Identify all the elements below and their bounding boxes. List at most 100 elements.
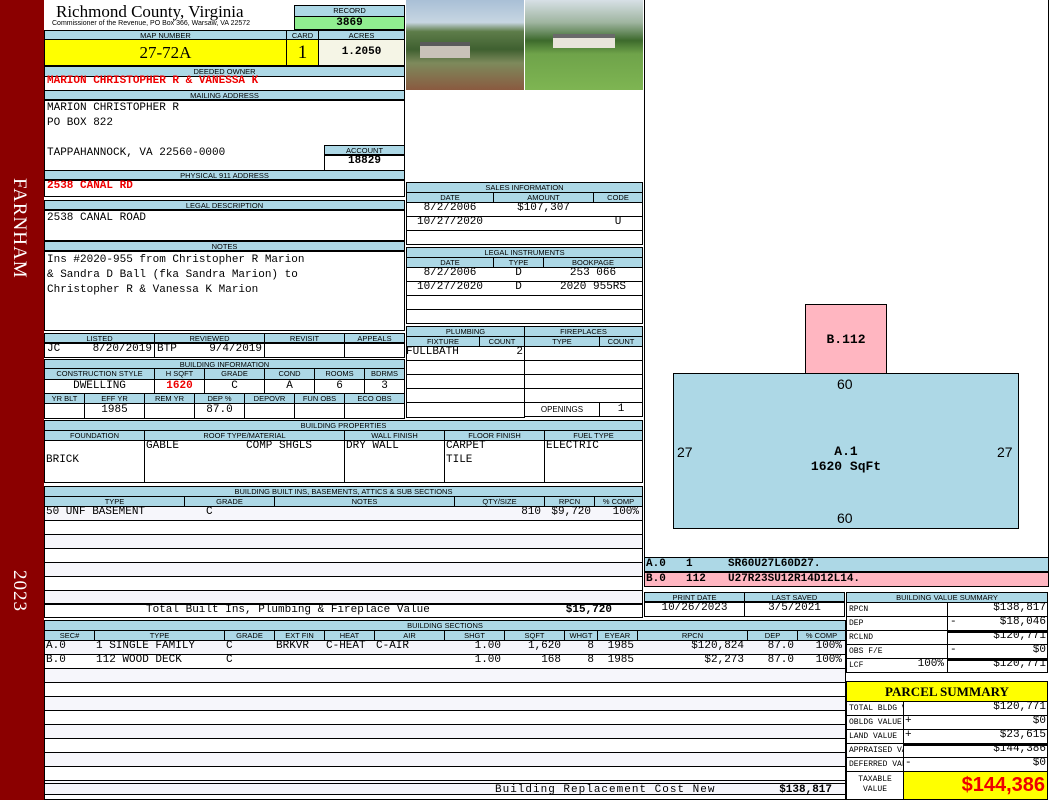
fireplace-row (524, 388, 643, 403)
dim-top: 60 (837, 376, 853, 392)
notes-box: Ins #2020-955 from Christopher R Marion … (44, 250, 405, 331)
last-saved: 3/5/2021 (744, 601, 845, 617)
openings-label: OPENINGS (524, 402, 600, 417)
sale-date: 10/27/2020 (416, 216, 483, 228)
legend-vectors: SR60U27L60D27. (728, 558, 821, 570)
map-number: 27-72A (44, 39, 287, 66)
section-a-label: A.1 (834, 444, 858, 459)
floor-finish: CARPET (446, 440, 486, 452)
vs-value: $0 (1032, 644, 1046, 656)
foundation: BRICK (46, 454, 80, 466)
mailing-line-3: TAPPAHANNOCK, VA 22560-0000 (47, 147, 226, 159)
section-cell: 8 (587, 640, 594, 652)
property-photo-1[interactable] (406, 0, 524, 90)
section-cell: $2,273 (704, 654, 744, 666)
dim-left: 27 (677, 444, 693, 460)
legend-code: 112 (686, 573, 706, 585)
sale-amount: $107,307 (517, 202, 570, 214)
section-cell: 87.0 (767, 654, 794, 666)
vs-value: $120,771 (993, 630, 1046, 642)
instr-date: 8/2/2006 (423, 267, 477, 279)
ps-value: $23,615 (999, 729, 1046, 741)
legend-sec: A.0 (646, 558, 666, 570)
instr-date (406, 309, 494, 324)
county-subtitle: Commissioner of the Revenue, PO Box 366,… (52, 20, 251, 27)
dim-bottom: 60 (837, 510, 853, 526)
section-cell: 100% (815, 654, 842, 666)
vs-value: $138,817 (993, 602, 1046, 614)
builtin-total-label: Total Built Ins, Plumbing & Fireplace Va… (146, 604, 430, 616)
builtin-cell: 810 (521, 506, 541, 518)
roof-type: GABLE (146, 440, 180, 452)
district-name: FARNHAM (9, 178, 30, 279)
ps-label-box (846, 757, 904, 772)
instr-bookpage (543, 309, 643, 324)
deeded-owner: MARION CHRISTOPHER R & VANESSA K (44, 75, 405, 91)
instr-type: D (515, 267, 522, 279)
ps-value: $0 (1032, 757, 1046, 769)
builtin-row (44, 576, 643, 591)
section-row (44, 766, 846, 781)
bi-value-1: 1620 (154, 379, 205, 394)
bi-value2-5 (294, 403, 345, 419)
legend-sec: B.0 (646, 573, 666, 585)
section-row (44, 724, 846, 739)
sale-code (593, 202, 643, 217)
ps-value: $120,771 (993, 701, 1046, 713)
reviewed-date: 9/4/2019 (209, 343, 262, 355)
fireplace-row (524, 360, 643, 375)
fireplace-row (524, 374, 643, 389)
section-cell: 8 (587, 654, 594, 666)
ps-label-box (846, 743, 904, 758)
builtin-cell: $9,720 (551, 506, 591, 518)
instr-bookpage: 2020 955RS (559, 281, 626, 293)
section-cell: B.0 (46, 654, 66, 666)
mailing-line-2: PO BOX 822 (47, 117, 114, 129)
building-sketch[interactable]: B.112 A.1 1620 SqFt 60 60 27 27 (644, 0, 1049, 558)
section-cell: 1985 (607, 654, 634, 666)
instr-bookpage (543, 295, 643, 310)
ps-value: $0 (1032, 715, 1046, 727)
builtin-row (44, 548, 643, 563)
sketch-section-b[interactable]: B.112 (805, 304, 887, 374)
sketch-section-a[interactable]: A.1 1620 SqFt (673, 373, 1019, 529)
instr-type (493, 309, 544, 324)
section-a-area: 1620 SqFt (810, 459, 882, 474)
legal-description: 2538 CANAL ROAD (44, 209, 405, 241)
revisit-value (264, 342, 345, 358)
section-row (44, 696, 846, 711)
bi-value2-0 (44, 403, 85, 419)
physical-address: 2538 CANAL RD (44, 179, 405, 197)
bi-value-2: C (204, 379, 265, 394)
instr-bookpage: 253 066 (569, 267, 617, 279)
section-cell: C (226, 640, 233, 652)
ps-label-box (846, 729, 904, 744)
section-cell: BRKVR (276, 640, 310, 652)
note-line: & Sandra D Ball (fka Sandra Marion) to (47, 269, 298, 281)
fixture: FULLBATH (406, 346, 459, 358)
builtin-row (44, 520, 643, 535)
property-photo-2[interactable] (525, 0, 643, 90)
roof-material: COMP SHGLS (246, 440, 313, 452)
listed-by: JC (47, 343, 61, 355)
taxable-value: $144,386 (903, 771, 1048, 800)
bi-value-5: 3 (364, 379, 405, 394)
county-title: Richmond County, Virginia (56, 2, 244, 21)
instr-date (406, 295, 494, 310)
section-cell: A.0 (46, 640, 66, 652)
replacement-cost-label: Building Replacement Cost New (495, 784, 716, 796)
sale-amount (493, 230, 594, 245)
vs-pct (880, 630, 944, 644)
section-cell: 1985 (607, 640, 634, 652)
vs-pct (880, 616, 944, 630)
ps-value: $144,386 (993, 743, 1046, 755)
section-cell: 1,620 (527, 640, 561, 652)
builtin-row (44, 534, 643, 549)
sale-code: U (614, 216, 622, 228)
bi-value2-6 (344, 403, 405, 419)
instr-date: 10/27/2020 (416, 281, 483, 293)
section-row (44, 710, 846, 725)
sale-amount (493, 216, 594, 231)
bi-value2-4 (244, 403, 295, 419)
section-cell (276, 654, 321, 668)
